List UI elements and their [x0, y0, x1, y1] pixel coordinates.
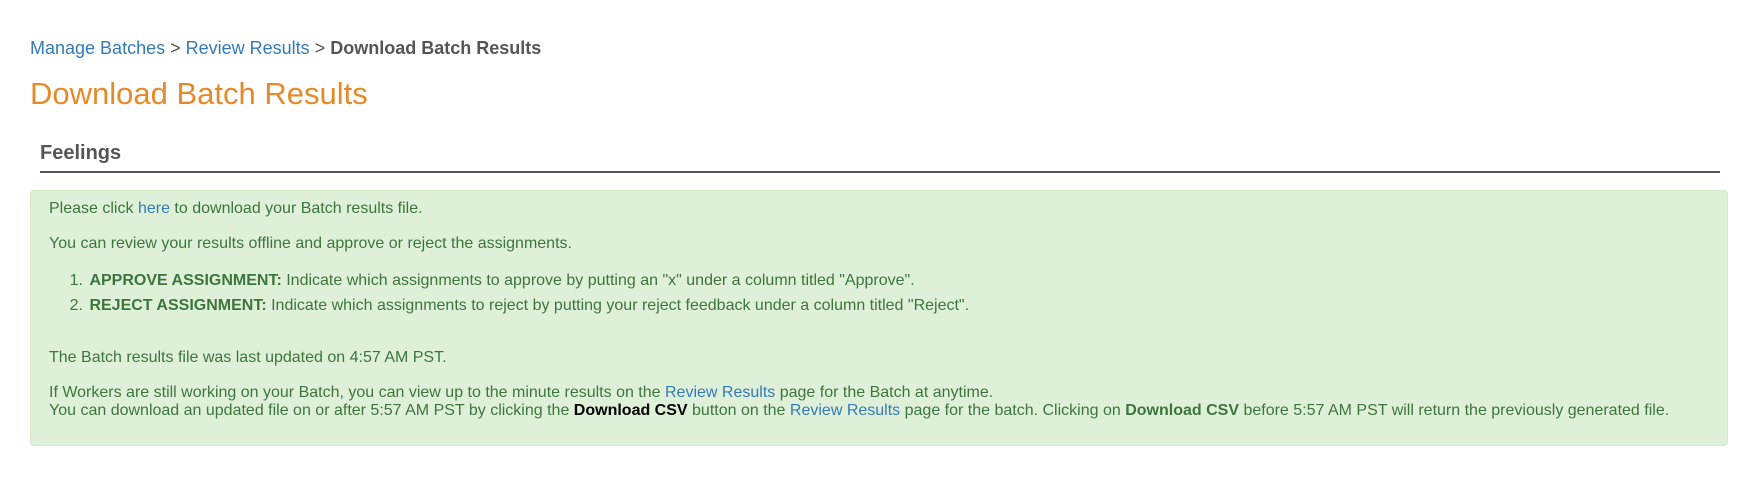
review-results-link[interactable]: Review Results [790, 402, 900, 419]
list-item: 1. APPROVE ASSIGNMENT: Indicate which as… [49, 272, 969, 297]
workers-prefix: If Workers are still working on your Bat… [49, 384, 661, 401]
section-title: Feelings [40, 142, 122, 164]
workers-info-paragraph: If Workers are still working on your Bat… [49, 384, 1699, 420]
breadcrumb-manage-batches-link[interactable]: Manage Batches [30, 38, 165, 58]
download-csv-label: Download CSV [573, 402, 688, 419]
list-item: 2. REJECT ASSIGNMENT: Indicate which ass… [49, 297, 969, 322]
reject-assignment-label: REJECT ASSIGNMENT: [89, 297, 267, 314]
approve-assignment-text: Indicate which assignments to approve by… [286, 272, 915, 289]
section-header: Feelings [40, 141, 1720, 173]
page-title: Download Batch Results [30, 76, 368, 111]
list-item-number: 1. [69, 272, 83, 289]
review-results-link[interactable]: Review Results [665, 384, 775, 401]
approve-assignment-label: APPROVE ASSIGNMENT: [89, 272, 282, 289]
workers-suffix: page for the Batch at anytime. [779, 384, 994, 401]
download-instruction-prefix: Please click [49, 200, 134, 217]
breadcrumb-separator: > [170, 38, 181, 58]
download-update-line: You can download an updated file on or a… [49, 402, 1699, 420]
download-instruction: Please click here to download your Batch… [49, 200, 423, 218]
download-info-panel: Please click here to download your Batch… [30, 190, 1728, 446]
breadcrumb-review-results-link[interactable]: Review Results [186, 38, 310, 58]
download-update-middle2: page for the batch. Clicking on [904, 402, 1121, 419]
workers-line: If Workers are still working on your Bat… [49, 384, 1699, 402]
breadcrumb: Manage Batches > Review Results > Downlo… [30, 36, 541, 60]
breadcrumb-current: Download Batch Results [330, 38, 542, 58]
download-update-prefix: You can download an updated file on or a… [49, 402, 570, 419]
assignment-instructions-list: 1. APPROVE ASSIGNMENT: Indicate which as… [49, 272, 969, 322]
download-update-suffix: before 5:57 AM PST will return the previ… [1243, 402, 1670, 419]
list-item-number: 2. [69, 297, 83, 314]
review-offline-text: You can review your results offline and … [49, 235, 572, 252]
download-update-middle: button on the [692, 402, 786, 419]
download-instruction-suffix: to download your Batch results file. [174, 200, 423, 217]
breadcrumb-separator: > [314, 38, 326, 58]
reject-assignment-text: Indicate which assignments to reject by … [271, 297, 970, 314]
last-updated-text: The Batch results file was last updated … [49, 349, 447, 366]
download-here-link[interactable]: here [138, 200, 170, 217]
download-csv-label: Download CSV [1125, 402, 1239, 419]
